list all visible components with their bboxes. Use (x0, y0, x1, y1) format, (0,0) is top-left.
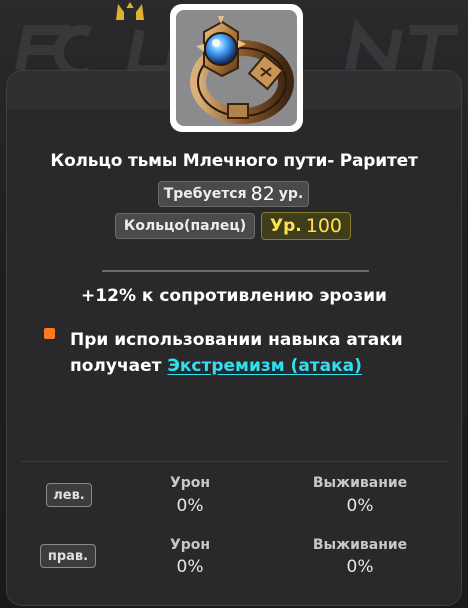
item-name: Кольцо тьмы Млечного пути- Раритет (50, 151, 418, 171)
item-icon-frame (170, 4, 303, 132)
crown-icon (116, 2, 144, 20)
required-level-value: 82 (250, 183, 275, 205)
section-separator (21, 461, 447, 462)
item-level-prefix: Ур. (270, 216, 302, 236)
required-level-label: Требуется (163, 186, 247, 202)
left-damage-value: 0% (176, 496, 204, 516)
right-damage-value: 0% (176, 557, 204, 577)
left-survival-label: Выживание (312, 475, 408, 491)
item-icon-background (176, 10, 297, 126)
left-damage-label: Урон (169, 475, 211, 491)
right-hand-badge: прав. (40, 544, 96, 568)
effect-bullet-icon (44, 328, 55, 339)
item-level-value: 100 (305, 215, 342, 237)
effect-description: При использовании навыка атаки получает … (70, 327, 430, 379)
right-survival-label: Выживание (312, 537, 408, 553)
divider (102, 270, 369, 272)
equipment-slot-badge: Кольцо(палец) (115, 213, 255, 239)
right-survival-value: 0% (346, 557, 374, 577)
erosion-resistance-stat: +12% к сопротивлению эрозии (81, 286, 387, 306)
required-level-unit: ур. (278, 186, 304, 202)
right-damage-label: Урон (169, 537, 211, 553)
extremism-link[interactable]: Экстремизм (атака) (167, 356, 362, 376)
left-survival-value: 0% (346, 496, 374, 516)
left-hand-badge: лев. (46, 483, 92, 507)
ring-icon (190, 16, 294, 124)
required-level-badge: Требуется 82 ур. (158, 181, 309, 207)
item-level-badge: Ур. 100 (261, 212, 351, 240)
